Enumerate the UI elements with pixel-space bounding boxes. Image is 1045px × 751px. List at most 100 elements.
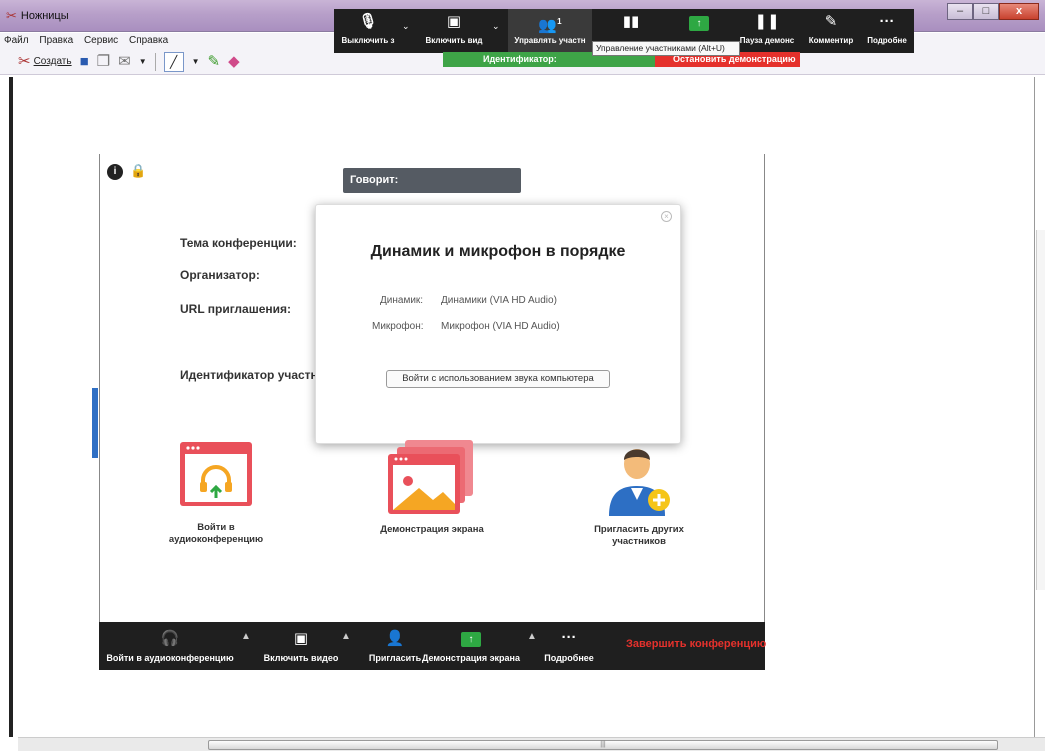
chevron-down-icon[interactable]: ⌄: [492, 21, 500, 32]
join-audio-tile[interactable]: [176, 440, 258, 510]
menu-tools[interactable]: Сервис: [80, 33, 122, 48]
tile-label-line: Демонстрация экрана: [380, 524, 484, 535]
audio-check-dialog: × Динамик и микрофон в порядке Динамик: …: [315, 204, 681, 444]
pen-icon: ╱: [169, 54, 178, 69]
new-snip-button[interactable]: ✂ Создать: [18, 54, 72, 69]
start-video-label: Включить видео: [263, 653, 339, 663]
start-video-label: Включить вид: [425, 36, 483, 45]
add-person-icon: 👤: [385, 630, 405, 647]
more-label: Подробне: [867, 36, 907, 45]
lock-icon: 🔒: [130, 163, 147, 178]
toolbar-divider: [154, 52, 156, 71]
menu-help[interactable]: Справка: [125, 33, 172, 48]
save-icon[interactable]: ■: [80, 54, 89, 69]
share-screen-tile[interactable]: [385, 438, 477, 516]
topic-label: Тема конференции:: [180, 236, 297, 250]
scissors-icon: ✂: [18, 53, 31, 70]
share-screen-icon: ↑: [461, 629, 481, 647]
headphones-icon: 🎧: [160, 630, 180, 647]
tile-label-line: Пригласить других: [594, 524, 684, 535]
chevron-down-icon[interactable]: ▼: [192, 57, 200, 66]
more-label: Подробнее: [544, 653, 594, 663]
join-audio-button[interactable]: 🎧 Войти в аудиоконференцию: [101, 622, 239, 670]
mic-label: Микрофон:: [372, 321, 424, 332]
app-title: ✂ Ножницы: [6, 8, 69, 24]
join-audio-label: Войти в аудиоконференцию: [106, 653, 234, 663]
close-button[interactable]: x: [999, 3, 1039, 20]
window-controls: – □ x: [947, 3, 1039, 20]
participant-count: 1: [557, 17, 562, 26]
video-off-icon: ▣: [446, 13, 462, 30]
share-screen-window-icon: [388, 440, 473, 514]
share-screen-label: Демонстрация экрана: [421, 653, 521, 663]
horizontal-scrollbar[interactable]: |||: [18, 737, 1045, 751]
invite-label: Пригласить: [368, 653, 422, 663]
chevron-up-icon[interactable]: ▲: [241, 631, 251, 642]
meeting-id-label: Идентификатор:: [483, 54, 557, 64]
annotate-icon: ✎: [824, 13, 838, 30]
participants-tooltip: Управление участниками (Alt+U): [592, 41, 740, 56]
tile-label-line: аудиоконференцию: [168, 534, 264, 545]
speaker-value: Динамики (VIA HD Audio): [441, 295, 557, 306]
host-label: Организатор:: [180, 268, 260, 282]
chevron-up-icon[interactable]: ▲: [527, 631, 537, 642]
share-screen-icon: ↑: [689, 13, 709, 31]
email-icon[interactable]: ✉: [118, 54, 131, 69]
chevron-down-icon[interactable]: ▼: [139, 57, 147, 66]
invite-person-icon: [609, 449, 670, 516]
participants-icon: 👥1: [538, 17, 562, 34]
video-off-icon: ▣: [293, 630, 309, 647]
more-icon: ···: [879, 13, 895, 30]
manage-participants-button[interactable]: 👥1 Управлять участн: [508, 9, 592, 53]
headphones-window-icon: [180, 442, 252, 506]
tile-label-line: участников: [612, 536, 666, 547]
pen-button[interactable]: ╱: [163, 51, 184, 72]
join-computer-audio-button[interactable]: Войти с использованием звука компьютера: [386, 370, 610, 388]
end-meeting-button[interactable]: Завершить конференцию: [626, 638, 766, 650]
copy-icon[interactable]: ❐: [97, 54, 110, 69]
mic-value: Микрофон (VIA HD Audio): [441, 321, 560, 332]
canvas-left-border: [9, 77, 13, 737]
highlighter-icon[interactable]: ✎: [208, 54, 221, 69]
invite-button[interactable]: 👤 Пригласить: [365, 622, 425, 670]
manage-participants-label: Управлять участн: [514, 36, 586, 45]
vertical-scrollbar[interactable]: [1036, 230, 1045, 590]
pause-icon: ❚❚: [754, 13, 780, 30]
chevron-up-icon[interactable]: ▲: [341, 631, 351, 642]
share-screen-tile-label: Демонстрация экрана: [367, 524, 497, 536]
window-edge-strip: [92, 388, 98, 458]
mute-button[interactable]: 🎙 Выключить з: [334, 9, 402, 53]
minimize-button[interactable]: –: [947, 3, 973, 20]
close-icon[interactable]: ×: [661, 211, 672, 222]
more-icon: ···: [561, 629, 577, 646]
pause-share-button[interactable]: ❚❚ Пауза демонс: [732, 9, 802, 53]
annotate-button[interactable]: ✎ Комментир: [800, 9, 862, 53]
canvas-right-border: [1034, 77, 1035, 737]
pause-share-label: Пауза демонс: [739, 36, 795, 45]
eraser-icon[interactable]: ◆: [228, 54, 240, 69]
join-audio-tile-label: Войти в аудиоконференцию: [160, 522, 272, 546]
info-icon[interactable]: i: [107, 164, 123, 180]
start-video-button[interactable]: ▣ Включить видео: [253, 622, 349, 670]
speaker-label: Динамик:: [380, 295, 424, 306]
share-screen-button[interactable]: ↑ Демонстрация экрана: [421, 622, 521, 670]
new-snip-label: Создать: [33, 56, 72, 67]
polling-icon: ▮▮: [622, 13, 640, 30]
invite-url-label: URL приглашения:: [180, 302, 292, 316]
dialog-title: Динамик и микрофон в порядке: [370, 243, 626, 260]
menu-edit[interactable]: Правка: [35, 33, 77, 48]
annotate-label: Комментир: [808, 36, 854, 45]
app-title-text: Ножницы: [20, 10, 69, 22]
start-video-button[interactable]: ▣ Включить вид: [416, 9, 492, 53]
scissors-icon: ✂: [6, 8, 17, 23]
maximize-button[interactable]: □: [973, 3, 999, 20]
tile-label-line: Войти в: [197, 522, 235, 533]
more-button[interactable]: ··· Подробне: [860, 9, 914, 53]
microphone-icon: 🎙: [358, 13, 378, 30]
speaking-indicator: Говорит:: [343, 168, 521, 193]
more-button[interactable]: ··· Подробнее: [539, 622, 599, 670]
scrollbar-thumb[interactable]: |||: [208, 740, 998, 750]
chevron-down-icon[interactable]: ⌄: [402, 21, 410, 32]
invite-tile[interactable]: [605, 440, 673, 518]
menu-file[interactable]: Файл: [0, 33, 33, 48]
